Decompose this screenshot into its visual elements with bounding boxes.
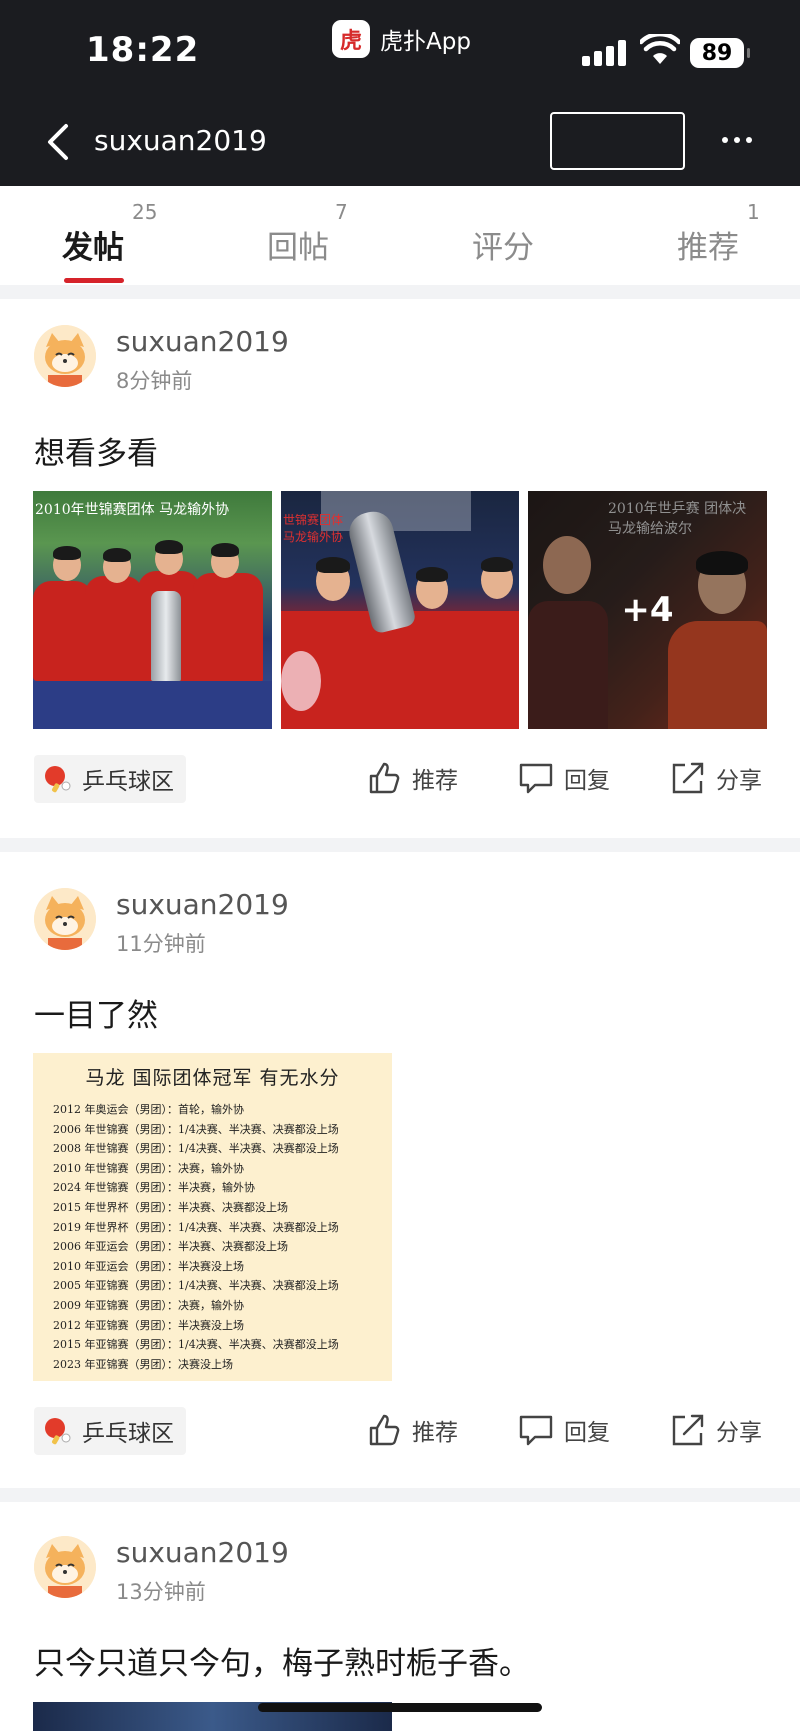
image-table-row: 2010 年世锦赛（男团）：决赛，输外协 [53,1161,244,1175]
post-image[interactable]: 马龙 国际团体冠军 有无水分 2012 年奥运会（男团）：首轮，输外协 2006 … [33,1053,392,1381]
post-time: 11分钟前 [116,932,206,956]
home-indicator [258,1703,542,1712]
status-time: 18:22 [86,30,200,70]
chevron-left-icon[interactable] [44,120,72,164]
image-table-row: 2006 年亚运会（男团）：半决赛、决赛都没上场 [53,1240,288,1254]
image-table-row: 2024 年世锦赛（男团）：半决赛，输外协 [53,1181,255,1195]
share-button[interactable]: 分享 [670,1413,762,1447]
post-card[interactable]: suxuan2019 13分钟前 只今只道只今句，梅子熟时栀子香。 [0,1502,800,1731]
post-image[interactable]: 2010年世乒赛 团体决 马龙输给波尔 +4 [528,491,767,729]
reply-button[interactable]: 回复 [518,1413,610,1447]
divider [0,838,800,852]
tab-bar: 发帖 25 回帖 7 评分 推荐 1 [0,178,800,290]
image-table-row: 2012 年奥运会（男团）：首轮，输外协 [53,1103,244,1116]
fox-avatar-icon [34,888,96,950]
ping-pong-icon [45,1418,71,1445]
page-title: suxuan2019 [94,124,267,157]
ping-pong-icon [45,766,71,793]
app-label: 虎扑App [380,29,471,55]
battery-icon: 89 [690,38,750,68]
cellular-signal-icon [582,40,626,66]
image-table-row: 2005 年亚锦赛（男团）：1/4决赛、半决赛、决赛都没上场 [53,1279,339,1293]
image-table-row: 2015 年亚锦赛（男团）：1/4决赛、半决赛、决赛都没上场 [53,1338,339,1352]
avatar[interactable] [34,888,96,950]
image-table-row: 2012 年亚锦赛（男团）：半决赛没上场 [53,1318,244,1332]
image-caption: 2010年世锦赛团体 马龙输外协 [35,502,230,518]
image-table-row: 2010 年亚运会（男团）：半决赛没上场 [53,1259,244,1273]
share-icon [672,1414,704,1446]
thumbs-up-icon [369,1414,400,1446]
tab-count: 7 [335,200,348,224]
avatar[interactable] [34,1536,96,1598]
recommend-button[interactable]: 推荐 [368,1413,458,1447]
image-table-row: 2023 年亚锦赛（男团）：决赛没上场 [53,1357,233,1371]
app-indicator: 虎 虎扑App [332,20,471,58]
tab-ratings[interactable]: 评分 [472,222,534,267]
post-time: 13分钟前 [116,1580,206,1604]
more-horizontal-icon[interactable] [722,130,762,150]
post-image[interactable]: 世锦赛团体 马龙输外协 [281,491,519,729]
tab-count: 1 [747,200,760,224]
comment-icon [519,763,553,794]
comment-icon [519,1415,553,1446]
reply-button[interactable]: 回复 [518,761,610,795]
image-table-row: 2008 年世锦赛（男团）：1/4决赛、半决赛、决赛都没上场 [53,1142,339,1156]
post-title[interactable]: 想看多看 [34,428,158,473]
tab-posts[interactable]: 发帖 25 [62,200,157,267]
post-title[interactable]: 一目了然 [34,990,158,1035]
fox-avatar-icon [34,325,96,387]
tab-count: 25 [132,200,158,224]
image-table-row: 2009 年亚锦赛（男团）：决赛，输外协 [53,1298,244,1312]
wifi-icon [640,34,680,64]
fox-avatar-icon [34,1536,96,1598]
post-time: 8分钟前 [116,369,193,393]
divider [0,1488,800,1502]
username[interactable]: suxuan2019 [116,1536,289,1569]
image-table-row: 2006 年世锦赛（男团）：1/4决赛、半决赛、决赛都没上场 [53,1122,339,1136]
top-bar: 18:22 虎 虎扑App 89 suxuan2019 [0,0,800,186]
image-table-title: 马龙 国际团体冠军 有无水分 [85,1067,340,1089]
post-card[interactable]: suxuan2019 11分钟前 一目了然 马龙 国际团体冠军 有无水分 201… [0,852,800,1482]
username[interactable]: suxuan2019 [116,325,289,358]
header-action-button[interactable] [550,112,685,170]
share-button[interactable]: 分享 [670,761,762,795]
image-table-row: 2019 年世界杯（男团）：1/4决赛、半决赛、决赛都没上场 [53,1220,339,1234]
post-image[interactable]: 2010年世锦赛团体 马龙输外协 [33,491,272,729]
divider [0,285,800,299]
thumbs-up-icon [369,762,400,794]
post-title[interactable]: 只今只道只今句，梅子熟时栀子香。 [34,1638,530,1683]
forum-tag[interactable]: 乒乓球区 [34,1407,186,1455]
post-card[interactable]: suxuan2019 8分钟前 想看多看 2010年世锦赛团体 马龙输外协 世锦… [0,299,800,829]
forum-tag[interactable]: 乒乓球区 [34,755,186,803]
share-icon [672,762,704,794]
image-caption: 世锦赛团体 马龙输外协 [283,513,344,544]
avatar[interactable] [34,325,96,387]
tab-recommends[interactable]: 推荐 1 [677,200,760,267]
more-images-count[interactable]: +4 [528,491,767,729]
image-table: 2012 年奥运会（男团）：首轮，输外协 2006 年世锦赛（男团）：1/4决赛、… [53,1100,372,1374]
app-logo-icon: 虎 [332,20,370,58]
tab-replies[interactable]: 回帖 7 [267,200,348,267]
username[interactable]: suxuan2019 [116,888,289,921]
image-table-row: 2015 年世界杯（男团）：半决赛、决赛都没上场 [53,1200,288,1214]
active-tab-indicator [64,278,124,283]
recommend-button[interactable]: 推荐 [368,761,458,795]
